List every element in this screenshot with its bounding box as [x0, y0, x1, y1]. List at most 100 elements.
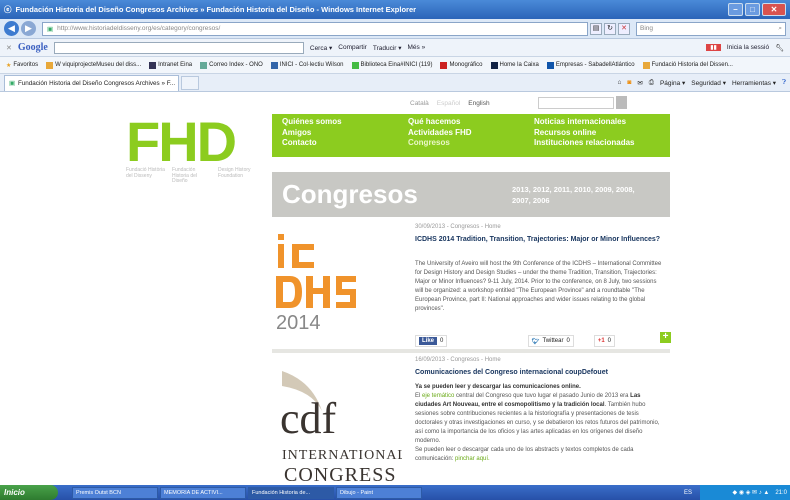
search-icon[interactable]: ⌕ [778, 25, 782, 33]
refresh-icon[interactable]: ↻ [604, 22, 616, 35]
favorite-link[interactable]: Home la Caixa [490, 61, 539, 69]
expand-plus-button[interactable]: + [660, 332, 671, 343]
favorites-button[interactable]: ★ Favoritos [6, 62, 38, 69]
favorite-link[interactable]: Monográfico [440, 61, 483, 69]
close-window-button[interactable]: ✕ [762, 3, 786, 16]
google-search-input[interactable] [53, 41, 304, 54]
taskbar-item[interactable]: Premis Outst BCN [72, 486, 158, 499]
menu-congresos[interactable]: Congresos [408, 138, 534, 149]
taskbar-item[interactable]: Fundación Historia de... [248, 486, 334, 499]
post-meta: 30/09/2013 - Congresos - Home [415, 224, 501, 230]
browser-tab[interactable]: ▣ Fundación Historia del Diseño Congreso… [4, 74, 179, 91]
tab-favicon-icon: ▣ [9, 79, 15, 87]
stop-icon[interactable]: ✕ [618, 22, 630, 35]
favorite-link[interactable]: Empresas - SabadellAtlántico [546, 61, 635, 69]
cdf-logo-sub2: CONGRESS [284, 464, 396, 485]
post-title[interactable]: ICDHS 2014 Tradition, Transition, Trajec… [415, 234, 665, 245]
menu-column: Quiénes somos Amigos Contacto [282, 117, 408, 154]
tools-menu[interactable]: Herramientas ▾ [732, 79, 776, 87]
tray-icons[interactable]: ◆ ◉ ◈ ✉ ♪ ▲ [733, 489, 770, 496]
post-lead: Ya se pueden leer y descargar las comuni… [415, 384, 581, 390]
home-icon[interactable]: ⌂ [617, 79, 621, 87]
star-icon: ★ [6, 62, 12, 69]
lang-english[interactable]: English [468, 100, 489, 107]
language-indicator[interactable]: ES [684, 490, 692, 496]
favorite-link[interactable]: Fundació Historia del Dissen... [642, 61, 733, 69]
lang-espanol[interactable]: Español [437, 100, 461, 107]
favicon-icon [270, 61, 278, 69]
twitter-icon: 🐦︎ [531, 338, 540, 345]
favorite-link[interactable]: INICI - Col·lectiu Wilson [270, 61, 344, 69]
site-search-button[interactable] [616, 96, 627, 109]
gmail-icon[interactable]: ▮▮ [706, 44, 721, 51]
facebook-like-button[interactable]: Like 0 [415, 335, 448, 347]
favorite-link[interactable]: Biblioteca Eina#INICI (119) [351, 61, 432, 69]
menu-quienes-somos[interactable]: Quiénes somos [282, 117, 408, 128]
safety-menu[interactable]: Seguridad ▾ [691, 79, 726, 87]
site-search-input[interactable] [538, 97, 614, 109]
address-bar: ◀ ▶ ▣ http://www.historiadeldisseny.org/… [0, 19, 790, 39]
favorite-link[interactable]: Intranet Eina [149, 61, 192, 69]
back-button[interactable]: ◀ [4, 21, 19, 36]
tab-label: Fundación Historia del Diseño Congresos … [17, 79, 176, 87]
pinchar-aqui-link[interactable]: pinchar aquí. [455, 456, 490, 462]
menu-column: Qué hacemos Actividades FHD Congresos [408, 117, 534, 154]
taskbar-item[interactable]: Dibujo - Paint [336, 486, 422, 499]
lang-catala[interactable]: Català [410, 100, 429, 107]
new-tab-button[interactable] [181, 75, 199, 90]
gplus-count: 0 [607, 338, 611, 344]
google-translate-button[interactable]: Traducir ▾ [373, 44, 402, 52]
window-title-bar: ⓔ Fundación Historia del Diseño Congreso… [0, 0, 790, 19]
rss-icon[interactable]: ◙ [627, 79, 631, 87]
post-body: The University of Aveiro will host the 9… [415, 261, 662, 312]
tweet-button[interactable]: 🐦︎ Twittear 0 [527, 335, 574, 347]
menu-contacto[interactable]: Contacto [282, 138, 408, 149]
print-icon[interactable]: ⎙ [649, 79, 654, 87]
wrench-icon[interactable]: 🔧︎ [775, 44, 784, 52]
system-tray: ◆ ◉ ◈ ✉ ♪ ▲ 21:0 [700, 485, 790, 500]
post-divider [272, 349, 670, 353]
favorite-link[interactable]: W viquiprojecteMuseu del diss... [46, 61, 141, 69]
menu-que-hacemos[interactable]: Qué hacemos [408, 117, 534, 128]
post-title[interactable]: Comunicaciones del Congreso internaciona… [415, 367, 665, 378]
fhd-logo[interactable]: FHD [126, 114, 237, 170]
post-meta: 16/09/2013 - Congresos - Home [415, 357, 501, 363]
google-more-button[interactable]: Més » [408, 44, 426, 51]
favicon-icon [546, 61, 554, 69]
url-input[interactable]: ▣ http://www.historiadeldisseny.org/es/c… [42, 21, 588, 36]
favicon-icon [351, 61, 359, 69]
window-title: Fundación Historia del Diseño Congresos … [15, 5, 417, 14]
year-links[interactable]: 2013, 2012, 2011, 2010, 2009, 2008, 2007… [512, 184, 652, 206]
maximize-button[interactable]: □ [745, 3, 760, 16]
category-banner: Congresos 2013, 2012, 2011, 2010, 2009, … [272, 172, 670, 217]
minimize-button[interactable]: – [728, 3, 743, 16]
menu-instituciones[interactable]: Instituciones relacionadas [534, 138, 660, 149]
menu-actividades[interactable]: Actividades FHD [408, 128, 534, 139]
language-switcher: Català Español English [410, 100, 490, 107]
facebook-icon: Like [419, 337, 438, 345]
menu-amigos[interactable]: Amigos [282, 128, 408, 139]
taskbar-item[interactable]: MEMORIA DE ACTIVI... [160, 486, 246, 499]
page-icon: ▣ [47, 25, 54, 33]
bing-search-input[interactable]: Bing ⌕ [636, 21, 786, 36]
gplus-button[interactable]: +1 0 [593, 335, 615, 347]
logo-subtitle-en: Design History Foundation [218, 167, 251, 179]
post-body: Ya se pueden leer y descargar las comuni… [415, 384, 660, 462]
page-menu[interactable]: Página ▾ [660, 79, 685, 87]
google-search-button[interactable]: Cerca ▾ [310, 44, 332, 52]
google-share-button[interactable]: Compartir [338, 44, 367, 51]
help-icon[interactable]: ❓︎ [782, 79, 786, 87]
eje-tematico-link[interactable]: eje temático [422, 393, 454, 399]
command-bar: ⌂ ◙ ✉ ⎙ Página ▾ Seguridad ▾ Herramienta… [617, 79, 786, 87]
menu-noticias[interactable]: Noticias internacionales [534, 117, 660, 128]
tweet-count: 0 [566, 338, 570, 344]
google-login-link[interactable]: Inicia la sessió [727, 44, 769, 51]
start-button[interactable]: Inicio [0, 485, 58, 500]
compatibility-icon[interactable]: ▤ [590, 22, 602, 35]
forward-button[interactable]: ▶ [21, 21, 36, 36]
mail-icon[interactable]: ✉ [637, 79, 642, 87]
favicon-icon [46, 61, 54, 69]
menu-recursos[interactable]: Recursos online [534, 128, 660, 139]
close-toolbar-icon[interactable]: ✕ [6, 44, 12, 52]
favorite-link[interactable]: Correo Index - ONO [200, 61, 263, 69]
